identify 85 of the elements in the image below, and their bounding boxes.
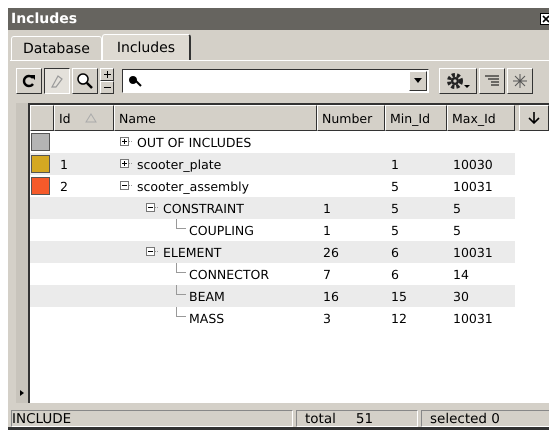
table-cell: 1 [323,222,331,238]
tree-branch-icon [176,219,186,229]
column-header[interactable]: Min_Id [385,105,447,131]
column-header[interactable]: Max_Id [447,105,515,131]
tree-item-label: CONNECTOR [189,266,270,282]
arrow-down-icon [528,111,540,125]
tree-item-label: BEAM [189,288,225,304]
collapse-icon[interactable] [146,203,160,213]
table-cell: 3 [323,310,331,326]
table-cell: 1 [60,156,68,172]
table-cell: 7 [323,266,331,282]
expand-icon[interactable] [120,137,134,147]
tree-row[interactable]: COUPLING 1 5 5 [30,219,515,241]
table-cell: 1 [323,200,331,216]
paint-toggle-button[interactable] [44,68,70,94]
tree-row[interactable]: 2 scooter_assembly 5 10031 [30,175,515,197]
tree-row[interactable]: CONSTRAINT 1 5 5 [30,197,515,219]
tree-row[interactable]: OUT OF INCLUDES [30,131,515,153]
window-title: Includes [11,11,78,27]
table-cell: 6 [391,266,399,282]
table-cell: 30 [453,288,469,304]
tree-item-label: MASS [189,310,224,326]
tree-item-label: scooter_plate [137,156,222,172]
plus-icon [104,71,110,78]
column-header[interactable]: Id [54,105,114,131]
refresh-button[interactable] [16,68,42,94]
table-cell: 5 [453,222,461,238]
table-cell: 5 [453,200,461,216]
tree-row[interactable]: 1 scooter_plate 1 10030 [30,153,515,175]
table-cell: 12 [391,310,407,326]
column-header[interactable]: Name [114,105,317,131]
tree-row[interactable]: MASS 3 12 10031 [30,307,515,329]
collapse-icon[interactable] [120,181,134,191]
table-cell: 26 [323,244,339,260]
magnifier-icon [76,72,94,90]
tree-row[interactable]: CONNECTOR 7 6 14 [30,263,515,285]
zoom-button[interactable] [72,68,98,94]
column-header[interactable]: Number [317,105,385,131]
refresh-icon [21,73,37,89]
close-icon[interactable] [540,13,549,25]
table-cell: 16 [323,288,339,304]
table-cell: 14 [453,266,469,282]
column-menu-button[interactable] [519,105,549,131]
table-cell: 1 [391,156,399,172]
collapse-icon[interactable] [146,247,160,257]
status-mode: INCLUDE [11,410,293,427]
table-cell: 10031 [453,178,493,194]
tree-item-label: CONSTRAINT [163,200,244,216]
table-cell: 10030 [453,156,493,172]
table-cell: 15 [391,288,407,304]
tree-row[interactable]: ELEMENT 26 6 10031 [30,241,515,263]
brush-icon [49,73,65,89]
tab[interactable]: Includes [102,34,192,60]
minus-icon [104,84,110,91]
table-cell: 5 [391,200,399,216]
tab[interactable]: Database [11,36,102,60]
tree-item-label: ELEMENT [163,244,222,260]
dropdown-button[interactable] [409,71,427,91]
gear-icon [445,72,471,90]
tree-item-label: OUT OF INCLUDES [137,134,252,150]
tree-row[interactable]: BEAM 16 15 30 [30,285,515,307]
arrow-right-icon[interactable] [19,389,25,397]
expand-icon[interactable] [120,159,134,169]
status-total-label: total [305,410,336,426]
sort-ascending-icon [84,113,97,123]
table-cell: 10031 [453,244,493,260]
tree-branch-icon [176,307,186,317]
table-cell: 5 [391,178,399,194]
status-total-value: 51 [356,410,374,426]
table-cell: 10031 [453,310,493,326]
settings-button[interactable] [439,68,477,94]
list-align-button[interactable] [479,68,505,94]
expand-plus-button[interactable] [100,68,114,81]
tree-branch-icon [176,263,186,273]
tree-item-label: scooter_assembly [137,178,250,194]
tree-item-label: COUPLING [189,222,254,238]
table-cell: 2 [60,178,68,194]
status-selected: selected 0 [421,410,549,427]
caret-icon [414,78,422,84]
filter-combo[interactable] [122,69,429,93]
table-cell: 6 [391,244,399,260]
collapse-minus-button[interactable] [100,81,114,94]
select-pick-button[interactable] [507,68,533,94]
tree-branch-icon [176,285,186,295]
table-cell: 5 [391,222,399,238]
